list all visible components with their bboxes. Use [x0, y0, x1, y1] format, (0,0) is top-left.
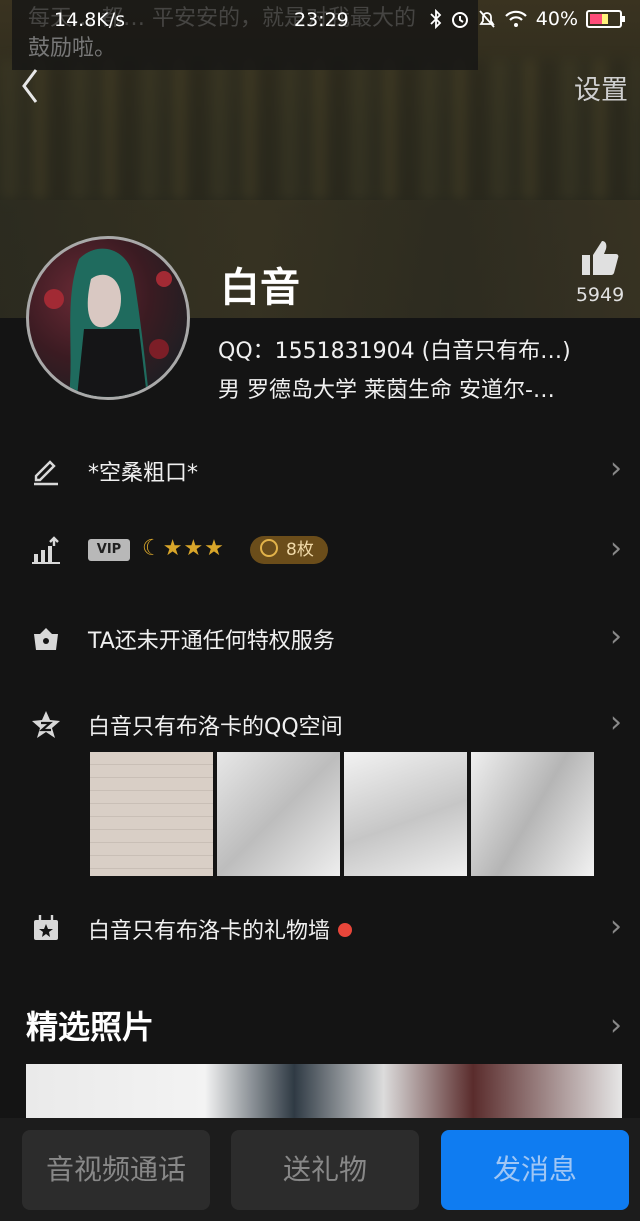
settings-button[interactable]: 设置 — [574, 68, 628, 107]
chevron-right-icon[interactable]: › — [610, 1008, 622, 1043]
alarm-icon — [451, 12, 468, 28]
level-chart-icon — [32, 536, 60, 564]
gift-wall-label: 白音只有布洛卡的礼物墙 — [88, 919, 331, 944]
network-speed: 14.8K/s — [54, 9, 126, 31]
clock: 23:29 — [294, 9, 349, 31]
signature-row[interactable]: *空桑粗口* › — [0, 440, 640, 500]
wifi-icon — [504, 10, 527, 27]
mute-bell-icon — [479, 10, 495, 28]
chevron-right-icon: › — [610, 531, 622, 566]
featured-photo[interactable] — [26, 1064, 622, 1124]
profile-info: 男 罗德岛大学 莱茵生命 安道尔-… — [218, 378, 555, 403]
status-bar: 14.8K/s 23:29 40% — [0, 0, 640, 40]
qzone-row[interactable]: 白音只有布洛卡的QQ空间 › — [0, 694, 640, 754]
nickname: 白音 — [220, 265, 300, 311]
status-icons: 40% — [430, 8, 626, 30]
new-dot-icon — [338, 923, 353, 937]
bluetooth-icon — [430, 9, 442, 29]
chevron-right-icon: › — [610, 619, 622, 654]
qzone-photo[interactable] — [344, 752, 467, 876]
privilege-text: TA还未开通任何特权服务 — [88, 629, 335, 654]
coin-icon — [260, 539, 278, 557]
like-button[interactable]: 5949 — [570, 238, 630, 306]
battery-percent: 40% — [535, 8, 578, 30]
send-message-button[interactable]: 发消息 — [441, 1130, 629, 1210]
level-row[interactable]: VIP ☾★★★ 8枚 › — [0, 520, 640, 580]
back-button[interactable] — [18, 66, 48, 106]
gift-box-icon — [34, 915, 58, 940]
qzone-photo[interactable] — [90, 752, 213, 876]
chevron-right-icon: › — [610, 705, 622, 740]
signature-text: *空桑粗口* — [88, 461, 199, 486]
badge-count[interactable]: 8枚 — [250, 536, 328, 564]
crown-box-icon — [34, 628, 58, 650]
qzone-photo[interactable] — [471, 752, 594, 876]
pencil-icon — [34, 460, 58, 486]
send-gift-button[interactable]: 送礼物 — [231, 1130, 419, 1210]
qzone-star-icon — [32, 711, 60, 738]
video-call-button[interactable]: 音视频通话 — [22, 1130, 210, 1210]
thumbs-up-icon — [582, 241, 619, 275]
battery-icon — [586, 10, 625, 28]
avatar[interactable] — [26, 236, 190, 400]
qq-number[interactable]: QQ：1551831904 (白音只有布…) — [218, 333, 571, 365]
cover-texture — [0, 60, 640, 200]
chevron-left-icon — [22, 69, 38, 103]
featured-photos-title: 精选照片 — [26, 1008, 155, 1046]
qzone-photo[interactable] — [217, 752, 340, 876]
level-stars: ☾★★★ — [142, 536, 225, 561]
chevron-right-icon: › — [610, 909, 622, 944]
like-count: 5949 — [575, 284, 625, 306]
avatar-illustration — [44, 248, 172, 397]
qzone-photos — [90, 752, 594, 876]
vip-badge: VIP — [88, 539, 130, 561]
privilege-row[interactable]: TA还未开通任何特权服务 › — [0, 608, 640, 668]
bottom-action-bar: 音视频通话 送礼物 发消息 — [0, 1118, 640, 1221]
gift-wall-row[interactable]: 白音只有布洛卡的礼物墙 › — [0, 898, 640, 958]
chevron-right-icon: › — [610, 451, 622, 486]
badge-count-label: 8枚 — [286, 540, 314, 560]
qzone-text: 白音只有布洛卡的QQ空间 — [88, 715, 343, 740]
gift-wall-text: 白音只有布洛卡的礼物墙 — [88, 913, 353, 945]
